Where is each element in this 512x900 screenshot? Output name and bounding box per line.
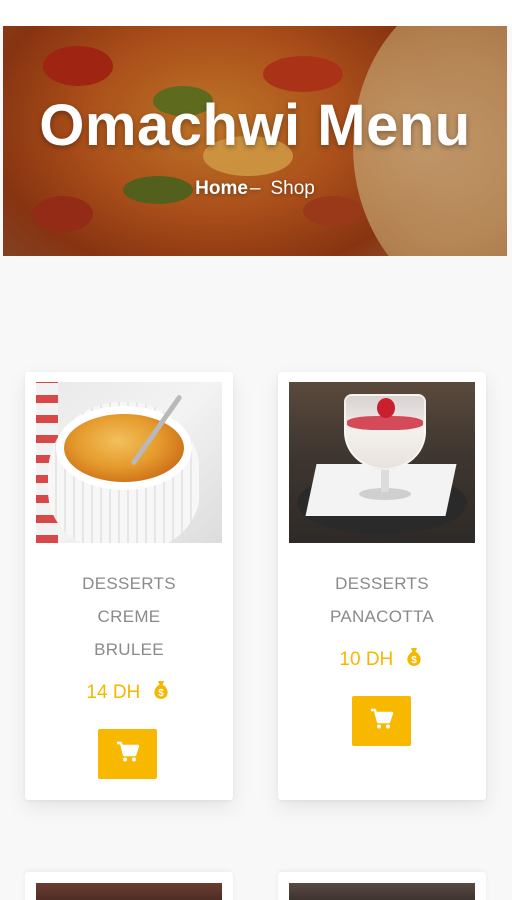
product-category: DESSERTS — [82, 574, 176, 593]
product-card-partial[interactable] — [25, 872, 233, 900]
price-value: 10 DH — [339, 649, 394, 670]
product-photo-partial — [36, 883, 222, 900]
hero-banner: Omachwi Menu Home – Shop — [3, 26, 507, 256]
glass-stem — [381, 470, 389, 492]
berry-sauce — [347, 416, 423, 430]
breadcrumb-home-link[interactable]: Home — [195, 178, 248, 199]
creme-brulee-photo[interactable] — [36, 382, 222, 543]
svg-text:$: $ — [158, 688, 164, 699]
product-card-panacotta: DESSERTS PANACOTTA 10 DH $ — [278, 372, 486, 800]
svg-text:$: $ — [411, 655, 417, 666]
money-bag-icon: $ — [403, 646, 425, 674]
add-to-cart-button[interactable] — [352, 696, 411, 746]
top-bar — [0, 0, 512, 26]
product-photo-partial — [289, 883, 475, 900]
cart-icon — [116, 741, 140, 768]
price-value: 14 DH — [86, 682, 141, 703]
product-category: DESSERTS — [335, 574, 429, 593]
page: Omachwi Menu Home – Shop DESSERTS CREME BR… — [0, 0, 512, 900]
cart-icon — [370, 708, 394, 735]
raspberry — [377, 398, 395, 418]
product-name-line2[interactable]: BRULEE — [25, 633, 233, 666]
breadcrumb-separator: – — [249, 178, 261, 199]
money-bag-icon: $ — [150, 679, 172, 707]
breadcrumb: Home – Shop — [3, 178, 507, 200]
product-card-partial[interactable] — [278, 872, 486, 900]
product-price: 14 DH $ — [25, 679, 233, 707]
product-price: 10 DH $ — [278, 646, 486, 674]
breadcrumb-current: Shop — [270, 178, 315, 199]
custard-top — [64, 414, 184, 482]
add-to-cart-button[interactable] — [98, 729, 157, 779]
product-card-creme-brulee: DESSERTS CREME BRULEE 14 DH $ — [25, 372, 233, 800]
panacotta-photo[interactable] — [289, 382, 475, 543]
product-name-line1[interactable]: CREME — [25, 600, 233, 633]
page-title: Omachwi Menu — [39, 93, 471, 158]
product-name-line1[interactable]: PANACOTTA — [278, 600, 486, 633]
